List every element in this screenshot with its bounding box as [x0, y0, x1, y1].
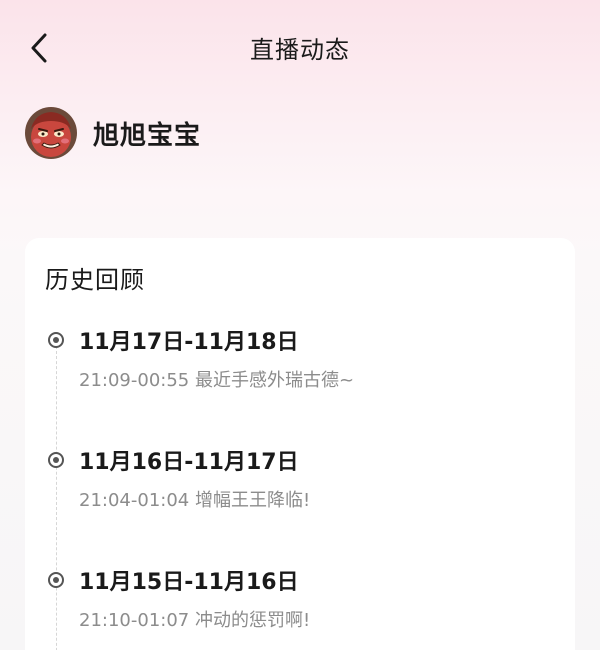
header: 直播动态 [0, 0, 600, 95]
timeline-line [56, 346, 57, 650]
item-description: 21:09-00:55 最近手感外瑞古德~ [79, 370, 355, 391]
item-description: 21:04-01:04 增幅王王降临! [79, 490, 311, 511]
section-title: 历史回顾 [45, 266, 145, 294]
avatar[interactable] [25, 107, 77, 159]
history-card: 历史回顾 11月17日-11月18日 21:09-00:55 最近手感外瑞古德~… [25, 238, 575, 650]
timeline-dot-icon [48, 452, 64, 468]
username: 旭旭宝宝 [93, 120, 202, 151]
timeline-dot-icon [48, 572, 64, 588]
page-title: 直播动态 [250, 36, 350, 64]
avatar-icon [25, 107, 77, 159]
timeline-dot-icon [48, 332, 64, 348]
item-date: 11月17日-11月18日 [79, 330, 299, 355]
item-date: 11月16日-11月17日 [79, 450, 299, 475]
user-profile[interactable]: 旭旭宝宝 [25, 106, 201, 160]
item-description: 21:10-01:07 冲动的惩罚啊! [79, 610, 311, 631]
item-date: 11月15日-11月16日 [79, 570, 299, 595]
